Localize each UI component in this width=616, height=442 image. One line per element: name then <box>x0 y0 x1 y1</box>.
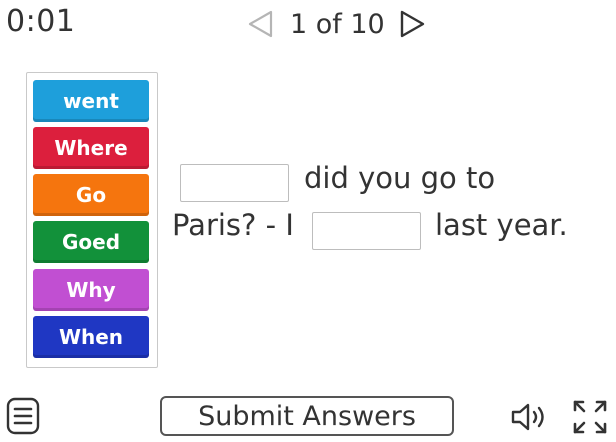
triangle-left-icon <box>248 10 273 38</box>
word-tile-label: When <box>58 325 124 349</box>
word-tile-label: went <box>63 89 119 113</box>
fullscreen-button[interactable] <box>572 399 608 435</box>
next-page-button[interactable] <box>395 7 429 41</box>
word-tile-go[interactable]: Go <box>33 174 149 216</box>
menu-button[interactable] <box>6 397 40 435</box>
word-tile-label: Go <box>75 183 107 207</box>
question-text-part-2: Paris? - I <box>172 208 294 242</box>
word-tile-went[interactable]: went <box>33 80 149 122</box>
word-tile-goed[interactable]: Goed <box>33 221 149 263</box>
word-tile-why[interactable]: Why <box>33 269 149 311</box>
triangle-right-icon <box>400 10 424 38</box>
question-text-part-3: last year. <box>435 208 568 242</box>
timer: 0:01 <box>6 4 76 39</box>
word-bank: went Where Go Goed Why When <box>26 72 158 368</box>
menu-icon <box>6 397 40 435</box>
answer-blank-2[interactable] <box>312 212 421 250</box>
quiz-app: 0:01 1 of 10 went Where Go Goed Why When… <box>0 0 616 442</box>
word-tile-label: Why <box>66 278 116 302</box>
speaker-icon <box>511 403 544 431</box>
sound-button[interactable] <box>510 400 550 434</box>
fullscreen-icon <box>573 400 607 434</box>
word-tile-when[interactable]: When <box>33 316 149 358</box>
question-text-part-1: did you go to <box>304 161 496 195</box>
word-tile-label: Where <box>54 136 128 160</box>
answer-blank-1[interactable] <box>180 164 289 202</box>
prev-page-button[interactable] <box>244 7 278 41</box>
word-tile-label: Goed <box>61 230 121 254</box>
page-indicator: 1 of 10 <box>290 8 385 40</box>
pager: 1 of 10 <box>244 6 429 42</box>
word-tile-where[interactable]: Where <box>33 127 149 169</box>
submit-answers-button[interactable]: Submit Answers <box>160 396 454 436</box>
